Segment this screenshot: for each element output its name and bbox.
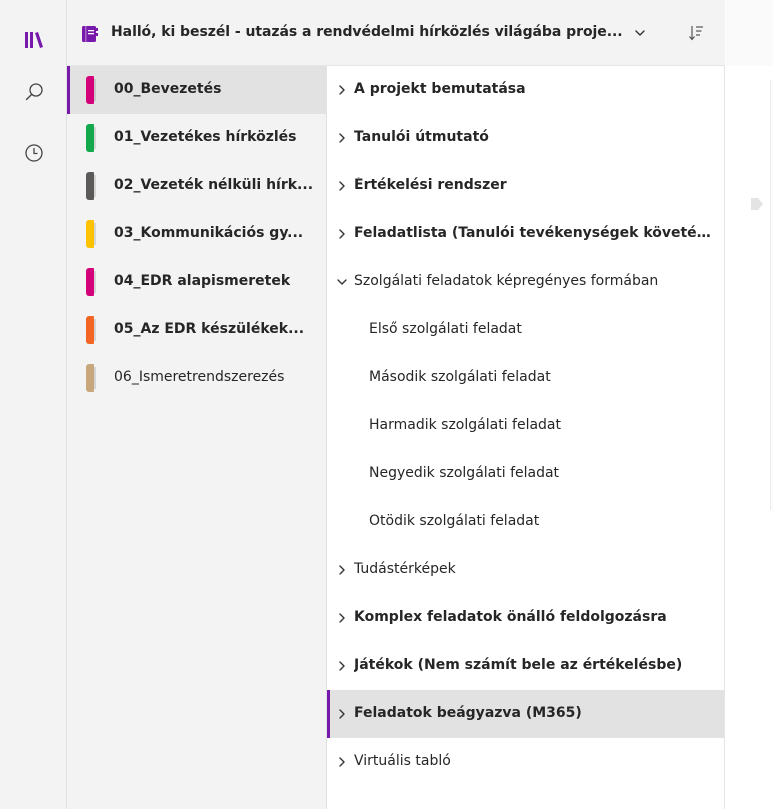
page-label: Első szolgálati feladat (369, 321, 522, 337)
page-label: Ötödik szolgálati feladat (369, 513, 540, 529)
section-item[interactable]: 05_Az EDR készülékek... (67, 306, 327, 354)
chevron-right-icon[interactable] (337, 132, 347, 144)
subpage-item[interactable]: Negyedik szolgálati feladat (327, 450, 724, 498)
chevron-right-icon[interactable] (337, 564, 347, 576)
subpage-item[interactable]: Ötödik szolgálati feladat (327, 498, 724, 546)
section-color-tab-icon (86, 124, 96, 152)
section-label: 01_Vezetékes hírközlés (114, 129, 297, 145)
notebooks-library-icon (24, 32, 43, 48)
recent-button[interactable] (0, 129, 67, 177)
section-item[interactable]: 03_Kommunikációs gy... (67, 210, 327, 258)
chevron-right-icon[interactable] (337, 708, 347, 720)
search-button[interactable] (0, 68, 67, 116)
page-label: Értékelési rendszer (354, 177, 507, 193)
page-label: Komplex feladatok önálló feldolgozásra (354, 609, 667, 625)
page-label: A projekt bemutatása (354, 81, 526, 97)
section-color-tab-icon (86, 364, 96, 392)
chevron-right-icon[interactable] (337, 84, 347, 96)
page-item[interactable]: Játékok (Nem számít bele az értékelésbe) (327, 642, 724, 690)
canvas-header (726, 0, 773, 66)
section-label: 05_Az EDR készülékek... (114, 321, 305, 337)
page-item[interactable]: Virtuális tabló (327, 738, 724, 786)
notebook-icon (82, 26, 98, 42)
section-color-tab-icon (86, 220, 96, 248)
page-item[interactable]: Értékelési rendszer (327, 162, 724, 210)
search-icon (25, 83, 43, 101)
section-item[interactable]: 04_EDR alapismeretek (67, 258, 327, 306)
page-label: Játékok (Nem számít bele az értékelésbe) (354, 657, 683, 673)
page-label: Virtuális tabló (354, 753, 451, 769)
section-label: 00_Bevezetés (114, 81, 222, 97)
section-color-tab-icon (86, 316, 96, 344)
chevron-right-icon[interactable] (337, 660, 347, 672)
subpage-item[interactable]: Harmadik szolgálati feladat (327, 402, 724, 450)
chevron-down-icon[interactable] (634, 28, 646, 38)
page-item[interactable]: Feladatlista (Tanulói tevékenységek köve… (327, 210, 724, 258)
section-color-tab-icon (86, 268, 96, 296)
chevron-down-icon[interactable] (337, 276, 347, 288)
section-label: 04_EDR alapismeretek (114, 273, 291, 289)
page-item[interactable]: Szolgálati feladatok képregényes formába… (327, 258, 724, 306)
notebook-title[interactable]: Halló, ki beszél - utazás a rendvédelmi … (111, 24, 623, 40)
section-list: 00_Bevezetés 01_Vezetékes hírközlés 02_Vez… (67, 66, 327, 809)
section-item[interactable]: 01_Vezetékes hírközlés (67, 114, 327, 162)
section-label: 02_Vezeték nélküli hírk... (114, 177, 314, 193)
notebooks-button[interactable] (0, 18, 67, 62)
expand-arrow-icon[interactable] (750, 197, 764, 211)
section-label: 06_Ismeretrendszerezés (114, 369, 285, 385)
page-label: Második szolgálati feladat (369, 369, 551, 385)
recent-clock-icon (24, 144, 43, 162)
page-item[interactable]: Feladatok beágyazva (M365) (327, 690, 724, 738)
section-color-tab-icon (86, 76, 96, 104)
page-item[interactable]: Komplex feladatok önálló feldolgozásra (327, 594, 724, 642)
navigation-rail (0, 0, 67, 809)
chevron-right-icon[interactable] (337, 756, 347, 768)
subpage-item[interactable]: Második szolgálati feladat (327, 354, 724, 402)
section-item[interactable]: 00_Bevezetés (67, 66, 327, 114)
chevron-right-icon[interactable] (337, 180, 347, 192)
notebook-header: Halló, ki beszél - utazás a rendvédelmi … (67, 0, 725, 66)
page-item[interactable]: A projekt bemutatása (327, 66, 724, 114)
chevron-right-icon[interactable] (337, 612, 347, 624)
page-label: Tudástérképek (354, 561, 456, 577)
page-item[interactable]: Tanulói útmutató (327, 114, 724, 162)
page-canvas[interactable] (726, 0, 773, 809)
section-label: 03_Kommunikációs gy... (114, 225, 304, 241)
page-label: Negyedik szolgálati feladat (369, 465, 560, 481)
page-label: Feladatlista (Tanulói tevékenységek köve… (354, 225, 718, 241)
page-item[interactable]: Tudástérképek (327, 546, 724, 594)
page-label: Tanulói útmutató (354, 129, 489, 145)
section-item[interactable]: 02_Vezeték nélküli hírk... (67, 162, 327, 210)
section-item[interactable]: 06_Ismeretrendszerezés (67, 354, 327, 402)
chevron-right-icon[interactable] (337, 228, 347, 240)
sort-icon[interactable] (688, 24, 704, 42)
page-label: Feladatok beágyazva (M365) (354, 705, 582, 721)
page-label: Szolgálati feladatok képregényes formába… (354, 273, 659, 289)
section-color-tab-icon (86, 172, 96, 200)
page-list: A projekt bemutatása Tanulói útmutató Érté… (327, 66, 725, 809)
subpage-item[interactable]: Első szolgálati feladat (327, 306, 724, 354)
page-label: Harmadik szolgálati feladat (369, 417, 561, 433)
